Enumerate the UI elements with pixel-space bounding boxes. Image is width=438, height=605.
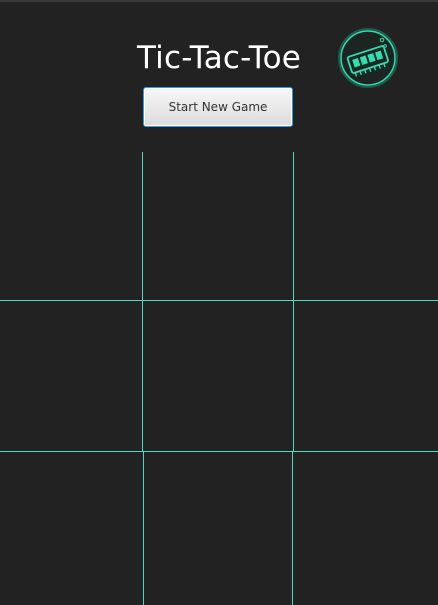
game-board <box>0 152 438 605</box>
grid-line-vertical <box>293 152 294 300</box>
memory-chip-icon <box>337 27 399 89</box>
window-top-edge <box>0 0 438 2</box>
grid-line-vertical <box>293 301 294 451</box>
grid-line-horizontal <box>0 300 438 301</box>
board-cell[interactable] <box>143 152 293 300</box>
grid-line-vertical <box>142 301 143 451</box>
board-cell[interactable] <box>294 152 438 300</box>
grid-line-horizontal <box>0 451 438 452</box>
start-new-game-button[interactable]: Start New Game <box>143 87 293 127</box>
board-cell[interactable] <box>293 452 438 605</box>
board-cell[interactable] <box>0 301 142 450</box>
board-cell[interactable] <box>143 301 293 450</box>
grid-line-vertical <box>143 452 144 605</box>
grid-line-vertical <box>142 152 143 300</box>
board-cell[interactable] <box>144 452 292 605</box>
board-cell[interactable] <box>294 301 438 450</box>
board-cell[interactable] <box>0 452 142 605</box>
board-cell[interactable] <box>0 152 142 300</box>
grid-line-vertical <box>292 452 293 605</box>
